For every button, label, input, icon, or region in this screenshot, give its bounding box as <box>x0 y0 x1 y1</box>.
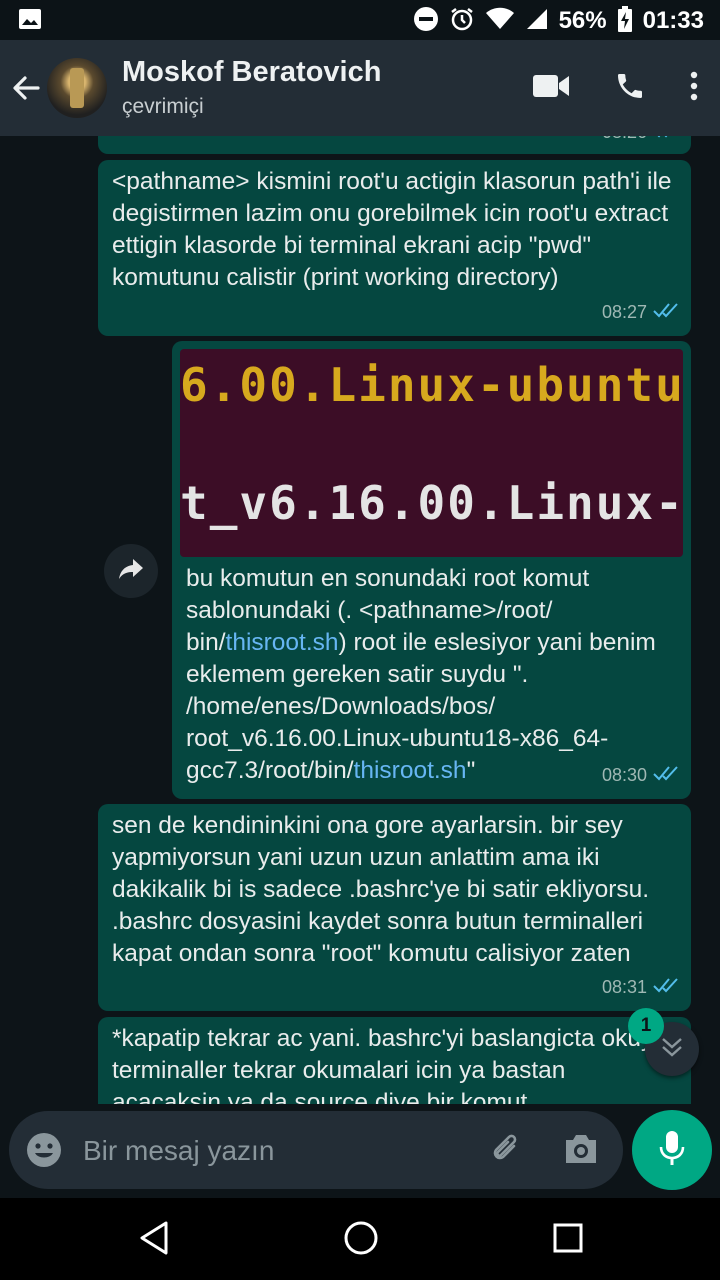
image-text-line: t_v6.16.00.Linux- <box>180 476 683 530</box>
message-list[interactable]: komutun basinda nokta var evet 08:26 <pa… <box>0 136 720 1104</box>
nav-recents-icon[interactable] <box>552 1220 584 1261</box>
message-time: 08:27 <box>601 302 647 322</box>
image-icon <box>18 8 42 35</box>
message-bubble[interactable]: <pathname> kismini root'u actigin klasor… <box>98 160 691 336</box>
read-ticks-icon <box>653 136 679 148</box>
nav-back-icon[interactable] <box>138 1220 170 1261</box>
system-navigation-bar <box>0 1198 720 1280</box>
contact-info[interactable]: Moskof Beratovich çevrimiçi <box>122 56 381 119</box>
message-text: *kapatip tekrar ac yani. bashrc'yi basla… <box>112 1025 676 1104</box>
attach-icon[interactable] <box>487 1131 525 1174</box>
microphone-icon <box>659 1130 685 1171</box>
message-image[interactable]: 6.00.Linux-ubuntu t_v6.16.00.Linux- <box>180 349 683 557</box>
dnd-icon <box>413 6 439 37</box>
camera-icon[interactable] <box>562 1131 600 1172</box>
battery-charging-icon <box>617 5 633 37</box>
message-input[interactable] <box>81 1129 465 1173</box>
status-bar: 56% 01:33 <box>0 0 720 40</box>
message-time: 08:30 <box>601 765 647 785</box>
read-ticks-icon <box>653 971 679 1003</box>
message-text: sen de kendininkini ona gore ayarlarsin.… <box>112 812 650 967</box>
clock: 01:33 <box>642 7 704 34</box>
message-time: 08:26 <box>602 136 647 148</box>
message-bubble[interactable]: komutun basinda nokta var evet 08:26 <box>98 136 691 154</box>
back-arrow-icon[interactable] <box>10 72 42 109</box>
battery-percentage: 56% <box>558 7 607 34</box>
image-message-bubble[interactable]: 6.00.Linux-ubuntu t_v6.16.00.Linux- bu k… <box>172 341 691 799</box>
unread-count-badge: 1 <box>628 1008 664 1044</box>
wifi-icon <box>485 7 515 36</box>
voice-record-button[interactable] <box>632 1110 712 1190</box>
read-ticks-icon <box>653 759 679 791</box>
more-vert-icon[interactable] <box>690 71 698 106</box>
video-call-icon[interactable] <box>532 73 570 104</box>
double-chevron-down-icon <box>660 1036 684 1063</box>
link[interactable]: thisroot.sh <box>354 757 467 784</box>
message-text: <pathname> kismini root'u actigin klasor… <box>112 168 672 291</box>
message-text: bu komutun en sonundaki root komut sablo… <box>186 565 656 784</box>
contact-status: çevrimiçi <box>122 95 204 118</box>
forward-button[interactable] <box>104 544 158 598</box>
alarm-icon <box>449 6 475 37</box>
read-ticks-icon <box>653 296 679 328</box>
avatar[interactable] <box>47 58 107 118</box>
contact-name: Moskof Beratovich <box>122 56 382 88</box>
message-bubble[interactable]: sen de kendininkini ona gore ayarlarsin.… <box>98 804 691 1011</box>
nav-home-icon[interactable] <box>343 1220 379 1261</box>
emoji-icon[interactable] <box>25 1131 63 1174</box>
message-bubble[interactable]: *kapatip tekrar ac yani. bashrc'yi basla… <box>98 1017 691 1104</box>
signal-icon <box>525 7 549 36</box>
forward-icon <box>118 558 144 585</box>
message-time: 08:31 <box>601 977 647 997</box>
chat-header: Moskof Beratovich çevrimiçi <box>0 40 720 136</box>
image-text-line: 6.00.Linux-ubuntu <box>180 358 683 412</box>
message-composer <box>9 1111 623 1189</box>
voice-call-icon[interactable] <box>614 70 646 107</box>
link[interactable]: thisroot.sh <box>226 629 339 656</box>
